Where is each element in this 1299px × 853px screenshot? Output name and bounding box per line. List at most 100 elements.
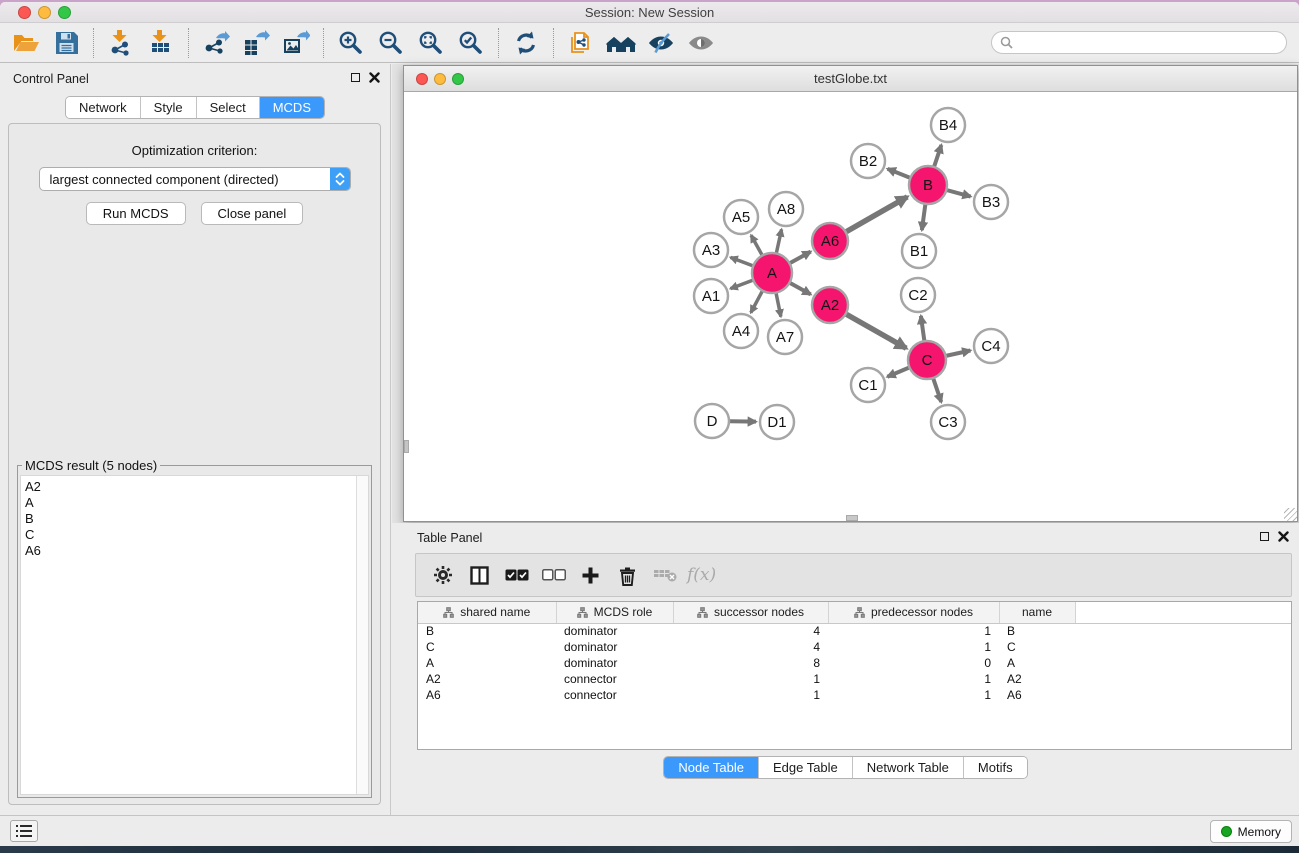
ndex-home-icon[interactable] — [601, 27, 641, 59]
open-file-icon[interactable] — [6, 27, 46, 59]
select-all-checked-icon[interactable] — [498, 559, 535, 591]
delete-column-icon[interactable] — [609, 559, 646, 591]
column-header-shared-name[interactable]: shared name — [418, 602, 556, 623]
graph-node-label: C1 — [858, 377, 877, 394]
mcds-list-scrollbar[interactable] — [356, 476, 368, 794]
zoom-out-icon[interactable] — [371, 27, 411, 59]
hide-eye-icon[interactable] — [641, 27, 681, 59]
table-row[interactable]: A2connector11A2 — [418, 671, 1291, 687]
run-mcds-button[interactable]: Run MCDS — [86, 202, 186, 225]
mcds-result-item[interactable]: C — [25, 527, 356, 543]
table-cell: 4 — [673, 623, 828, 639]
scrollbar-thumb[interactable] — [404, 440, 409, 453]
export-image-icon[interactable] — [276, 27, 316, 59]
mcds-result-item[interactable]: A2 — [25, 479, 356, 495]
import-network-icon[interactable] — [101, 27, 141, 59]
node-table: shared nameMCDS rolesuccessor nodesprede… — [417, 601, 1292, 750]
tab-motifs[interactable]: Motifs — [964, 757, 1027, 778]
graph-node-label: A8 — [777, 201, 795, 218]
add-column-icon[interactable] — [572, 559, 609, 591]
graph-node-label: A5 — [732, 209, 750, 226]
table-row[interactable]: Cdominator41C — [418, 639, 1291, 655]
table-row[interactable]: Bdominator41B — [418, 623, 1291, 639]
cell-filler — [1075, 655, 1291, 671]
tab-mcds[interactable]: MCDS — [260, 97, 324, 118]
tab-select[interactable]: Select — [197, 97, 260, 118]
table-cell: dominator — [556, 655, 673, 671]
delete-table-disabled-icon[interactable] — [646, 559, 683, 591]
graph-node-label: D1 — [767, 414, 786, 431]
control-panel: Control Panel NetworkStyleSelectMCDS Opt… — [0, 64, 391, 817]
toolbar-separator — [188, 28, 189, 58]
close-panel-button[interactable]: Close panel — [201, 202, 304, 225]
mcds-result-item[interactable]: B — [25, 511, 356, 527]
tab-edge-table[interactable]: Edge Table — [759, 757, 853, 778]
refresh-icon[interactable] — [506, 27, 546, 59]
resize-grip[interactable] — [1284, 508, 1297, 521]
mcds-result-title: MCDS result (5 nodes) — [22, 458, 160, 473]
minimize-window-button[interactable] — [38, 6, 51, 19]
list-icon — [16, 824, 32, 838]
tab-network-table[interactable]: Network Table — [853, 757, 964, 778]
function-builder-icon[interactable]: f(x) — [687, 565, 716, 585]
settings-gear-icon[interactable] — [424, 559, 461, 591]
cell-filler — [1075, 623, 1291, 639]
table-row[interactable]: Adominator80A — [418, 655, 1291, 671]
scrollbar-thumb[interactable] — [846, 515, 858, 521]
zoom-selected-icon[interactable] — [451, 27, 491, 59]
table-cell: A — [418, 655, 556, 671]
header-filler — [1075, 602, 1291, 623]
mcds-result-item[interactable]: A — [25, 495, 356, 511]
task-history-button[interactable] — [10, 820, 38, 842]
copy-network-icon[interactable] — [561, 27, 601, 59]
column-header-MCDS-role[interactable]: MCDS role — [556, 602, 673, 623]
graph-node-label: A3 — [702, 242, 720, 259]
search-input[interactable] — [1019, 36, 1278, 50]
graph-node-label: A1 — [702, 288, 720, 305]
table-cell: dominator — [556, 639, 673, 655]
table-header-row: shared nameMCDS rolesuccessor nodesprede… — [418, 602, 1291, 623]
zoom-in-icon[interactable] — [331, 27, 371, 59]
table-panel-title: Table Panel — [417, 531, 482, 545]
column-layout-icon[interactable] — [461, 559, 498, 591]
cell-filler — [1075, 671, 1291, 687]
column-header-predecessor-nodes[interactable]: predecessor nodes — [828, 602, 999, 623]
tab-node-table[interactable]: Node Table — [664, 757, 759, 778]
memory-button[interactable]: Memory — [1210, 820, 1292, 843]
show-eye-icon[interactable] — [681, 27, 721, 59]
tab-style[interactable]: Style — [141, 97, 197, 118]
table-cell: A2 — [418, 671, 556, 687]
table-cell: connector — [556, 671, 673, 687]
save-session-icon[interactable] — [46, 27, 86, 59]
table-row[interactable]: A6connector11A6 — [418, 687, 1291, 703]
export-table-icon[interactable] — [236, 27, 276, 59]
import-table-icon[interactable] — [141, 27, 181, 59]
network-minimize-button[interactable] — [434, 73, 446, 85]
window-titlebar: Session: New Session — [0, 2, 1299, 23]
table-cell: 1 — [828, 623, 999, 639]
tab-network[interactable]: Network — [66, 97, 141, 118]
export-network-icon[interactable] — [196, 27, 236, 59]
float-panel-icon[interactable] — [1260, 532, 1269, 541]
close-panel-icon[interactable] — [369, 72, 380, 83]
mcds-result-item[interactable]: A6 — [25, 543, 356, 559]
table-cell: C — [418, 639, 556, 655]
maximize-window-button[interactable] — [58, 6, 71, 19]
zoom-fit-icon[interactable] — [411, 27, 451, 59]
table-cell: A6 — [999, 687, 1075, 703]
deselect-all-icon[interactable] — [535, 559, 572, 591]
criterion-select[interactable]: largest connected component (directed) — [39, 167, 351, 191]
graph-node-label: A2 — [821, 297, 839, 314]
table-toolbar: f(x) — [415, 553, 1292, 597]
network-canvas[interactable]: AA1A2A3A4A5A6A7A8BB1B2B3B4CC1C2C3C4DD1 — [404, 92, 1297, 521]
table-cell: A — [999, 655, 1075, 671]
float-panel-icon[interactable] — [351, 73, 360, 82]
column-header-name[interactable]: name — [999, 602, 1075, 623]
network-maximize-button[interactable] — [452, 73, 464, 85]
close-window-button[interactable] — [18, 6, 31, 19]
column-header-successor-nodes[interactable]: successor nodes — [673, 602, 828, 623]
network-window-titlebar: testGlobe.txt — [404, 66, 1297, 92]
search-field[interactable] — [991, 31, 1287, 54]
network-close-button[interactable] — [416, 73, 428, 85]
close-panel-icon[interactable] — [1278, 531, 1289, 542]
